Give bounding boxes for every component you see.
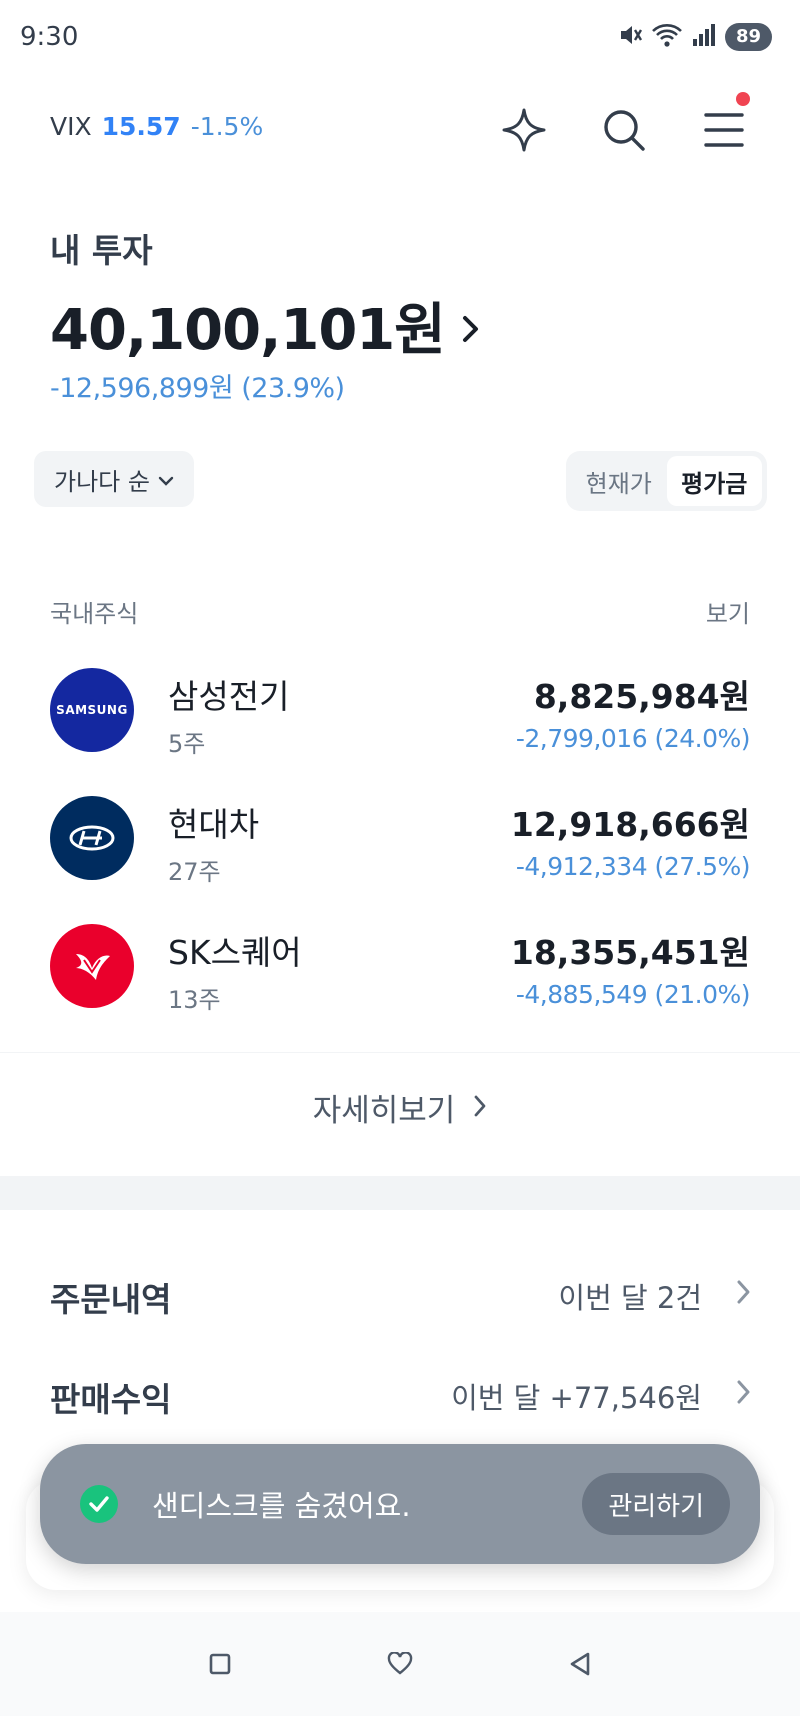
system-nav-bar [0,1612,800,1716]
stock-value: 8,825,984원 [533,677,750,716]
investment-total-value: 40,100,101원 [50,298,446,363]
stock-row-hyundai[interactable]: 현대차 27주 12,918,666원 -4,912,334 (27.5%) [0,774,800,902]
menu-title: 주문내역 [50,1280,172,1319]
sort-dropdown[interactable]: 가나다 순 [34,451,194,507]
sort-label: 가나다 순 [54,467,150,496]
price-toggle: 현재가 평가금 [566,451,767,511]
logo-text: SAMSUNG [56,703,128,717]
menu-value: 이번 달 +77,546원 [451,1381,702,1415]
sparkle-icon[interactable] [498,104,550,156]
toggle-current-price[interactable]: 현재가 [571,456,667,506]
divider [0,1052,800,1053]
section-view-link[interactable]: 보기 [706,594,750,629]
search-icon[interactable] [598,104,650,156]
samsung-logo-icon: SAMSUNG [50,668,134,752]
status-time: 9:30 [20,22,79,52]
toast-manage-button[interactable]: 관리하기 [582,1473,730,1535]
menu-value: 이번 달 2건 [558,1281,702,1315]
stock-row-sksquare[interactable]: SK스퀘어 13주 18,355,451원 -4,885,549 (21.0%) [0,902,800,1030]
stock-qty: 13주 [168,986,221,1014]
stock-name: SK스퀘어 [168,933,302,972]
vix-value: 15.57 [101,112,181,141]
chevron-right-icon [473,1090,487,1126]
investment-title: 내 투자 [50,231,153,270]
view-details-label: 자세히보기 [312,1093,456,1129]
status-icons: 89 [617,22,772,52]
vix-change: -1.5% [190,112,264,141]
chevron-right-icon [736,1379,752,1409]
battery-indicator: 89 [724,23,772,51]
section-label: 국내주식 [50,600,139,628]
investment-total[interactable]: 40,100,101원 [50,285,481,366]
stock-value: 18,355,451원 [510,933,750,972]
chevron-down-icon [158,465,174,493]
view-details-button[interactable]: 자세히보기 [0,1085,800,1130]
investment-change: -12,596,899원 (23.9%) [50,373,345,404]
menu-title: 판매수익 [50,1380,172,1419]
check-circle-icon [80,1485,118,1523]
vix-ticker[interactable]: VIX 15.57 -1.5% [50,112,263,141]
hyundai-logo-icon [50,796,134,880]
mute-icon [617,22,643,52]
toast: 샌디스크를 숨겼어요. 관리하기 [40,1444,760,1564]
home-heart-icon[interactable] [370,1634,430,1694]
signal-icon [691,22,717,52]
menu-icon[interactable] [698,92,750,156]
chevron-right-icon [736,1279,752,1309]
sk-logo-icon [50,924,134,1008]
stock-name: 현대차 [168,805,260,844]
back-icon[interactable] [550,1634,610,1694]
stock-change: -2,799,016 (24.0%) [515,724,751,753]
stock-value: 12,918,666원 [510,805,750,844]
sales-profit-row[interactable]: 판매수익 이번 달 +77,546원 [0,1353,800,1433]
toggle-valuation[interactable]: 평가금 [666,456,762,506]
stock-name: 삼성전기 [168,677,290,716]
wifi-icon [651,22,683,52]
recent-apps-icon[interactable] [190,1634,250,1694]
toast-message: 샌디스크를 숨겼어요. [152,1489,411,1523]
stock-row-samsung[interactable]: SAMSUNG 삼성전기 5주 8,825,984원 -2,799,016 (2… [0,646,800,774]
notification-dot [736,92,750,106]
stock-change: -4,912,334 (27.5%) [515,852,751,881]
chevron-right-icon [461,293,481,358]
vix-label: VIX [50,112,92,141]
stock-change: -4,885,549 (21.0%) [515,980,751,1009]
stock-qty: 27주 [168,858,221,886]
section-gap [0,1176,800,1210]
order-history-row[interactable]: 주문내역 이번 달 2건 [0,1253,800,1333]
stock-qty: 5주 [168,730,206,758]
